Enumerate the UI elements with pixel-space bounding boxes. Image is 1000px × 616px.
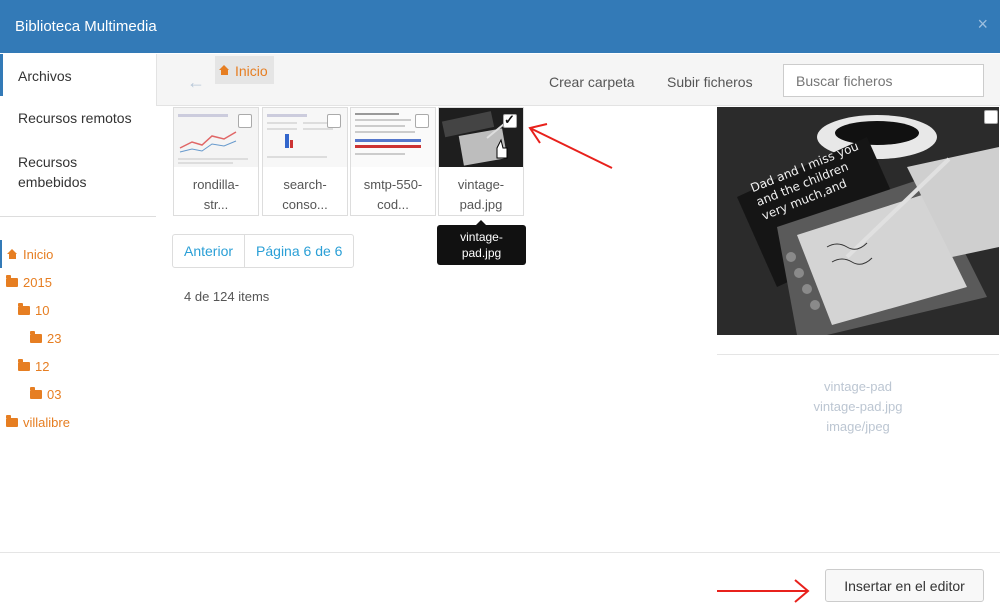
- tree-item-12[interactable]: 12: [0, 352, 70, 380]
- upload-files-button[interactable]: Subir ficheros: [667, 74, 753, 90]
- file-checkbox[interactable]: [503, 112, 517, 128]
- file-checkbox[interactable]: [415, 114, 429, 128]
- annotation-arrow-checkbox: [528, 123, 613, 169]
- file-checkbox[interactable]: [238, 114, 252, 128]
- preview-checkbox[interactable]: [984, 110, 998, 124]
- preview-divider: [717, 335, 999, 355]
- file-name-line2: str...: [203, 197, 229, 212]
- file-name-line1: search-: [283, 177, 327, 192]
- previous-page-button[interactable]: Anterior: [173, 235, 244, 267]
- tree-item-label: 23: [47, 330, 62, 346]
- breadcrumb[interactable]: Inicio: [215, 56, 274, 84]
- folder-icon: [30, 330, 42, 343]
- file-name-line2: conso...: [282, 197, 328, 212]
- annotation-arrow-insert: [717, 579, 810, 603]
- file-item-smtp-550[interactable]: smtp-550- cod...: [350, 107, 436, 216]
- close-icon[interactable]: ×: [977, 14, 988, 35]
- tree-item-label: 2015: [23, 274, 52, 290]
- preview-image: Dad and I miss you and the children very…: [717, 107, 999, 335]
- back-arrow-icon[interactable]: ←: [187, 72, 205, 93]
- tree-item-23[interactable]: 23: [0, 324, 70, 352]
- tab-archivos[interactable]: Archivos: [0, 54, 156, 96]
- folder-icon: [30, 386, 42, 399]
- modal-title: Biblioteca Multimedia: [15, 18, 157, 35]
- file-name-line2: cod...: [377, 197, 409, 212]
- file-item-rondilla[interactable]: rondilla- str...: [173, 107, 259, 216]
- tree-item-03[interactable]: 03: [0, 380, 70, 408]
- insert-in-editor-button[interactable]: Insertar en el editor: [825, 569, 984, 602]
- page-indicator[interactable]: Página 6 de 6: [244, 235, 353, 267]
- folder-icon: [18, 302, 30, 315]
- modal-header: Biblioteca Multimedia ×: [0, 0, 1000, 53]
- file-name: search- conso...: [263, 175, 347, 215]
- tooltip-line1: vintage-: [460, 230, 503, 244]
- file-name: vintage- pad.jpg: [439, 175, 523, 215]
- file-item-search-console[interactable]: search- conso...: [262, 107, 348, 216]
- tree-item-label: villalibre: [23, 414, 70, 430]
- home-icon: [7, 249, 18, 259]
- filename-tooltip: vintage- pad.jpg: [437, 220, 526, 265]
- tree-item-inicio[interactable]: Inicio: [0, 240, 70, 268]
- folder-icon: [6, 274, 18, 287]
- tree-item-label: 10: [35, 302, 50, 318]
- sidebar: Archivos Recursos remotos Recursos embeb…: [0, 54, 156, 212]
- file-name-line1: rondilla-: [192, 177, 240, 192]
- folder-icon: [6, 414, 18, 427]
- folder-icon: [18, 358, 30, 371]
- footer-divider: [0, 552, 1000, 553]
- breadcrumb-label: Inicio: [235, 63, 268, 79]
- home-icon: [219, 65, 230, 75]
- file-name-line2: pad.jpg: [459, 197, 503, 212]
- preview-filename: vintage-pad.jpg: [813, 399, 903, 414]
- tree-item-2015[interactable]: 2015: [0, 268, 70, 296]
- preview-title: vintage-pad: [824, 379, 892, 394]
- search-input[interactable]: [783, 64, 984, 97]
- tree-item-label: Inicio: [23, 246, 54, 262]
- tree-item-label: 03: [47, 386, 62, 402]
- tab-recursos-embebidos-label: Recursos embebidos: [18, 154, 87, 190]
- file-name: rondilla- str...: [174, 175, 258, 215]
- tab-recursos-remotos[interactable]: Recursos remotos: [0, 96, 156, 138]
- file-name: smtp-550- cod...: [351, 175, 435, 215]
- toolbar: ← Inicio Crear carpeta Subir ficheros: [156, 54, 1000, 106]
- sidebar-divider: [0, 216, 156, 217]
- tree-item-label: 12: [35, 358, 50, 374]
- folder-tree: Inicio 2015 10 23 12 03 villalibre: [0, 240, 70, 436]
- tree-item-10[interactable]: 10: [0, 296, 70, 324]
- tab-recursos-embebidos[interactable]: Recursos embebidos: [0, 138, 156, 212]
- file-item-vintage-pad[interactable]: vintage- pad.jpg: [438, 107, 524, 216]
- file-name-line1: smtp-550-: [363, 177, 423, 192]
- item-count: 4 de 124 items: [184, 289, 270, 304]
- tooltip-line2: pad.jpg: [461, 246, 502, 260]
- file-checkbox[interactable]: [327, 114, 341, 128]
- file-name-line1: vintage-: [457, 177, 505, 192]
- create-folder-button[interactable]: Crear carpeta: [549, 74, 635, 90]
- pagination: Anterior Página 6 de 6: [172, 234, 355, 268]
- tree-item-villalibre[interactable]: villalibre: [0, 408, 70, 436]
- preview-mime-type: image/jpeg: [826, 419, 890, 434]
